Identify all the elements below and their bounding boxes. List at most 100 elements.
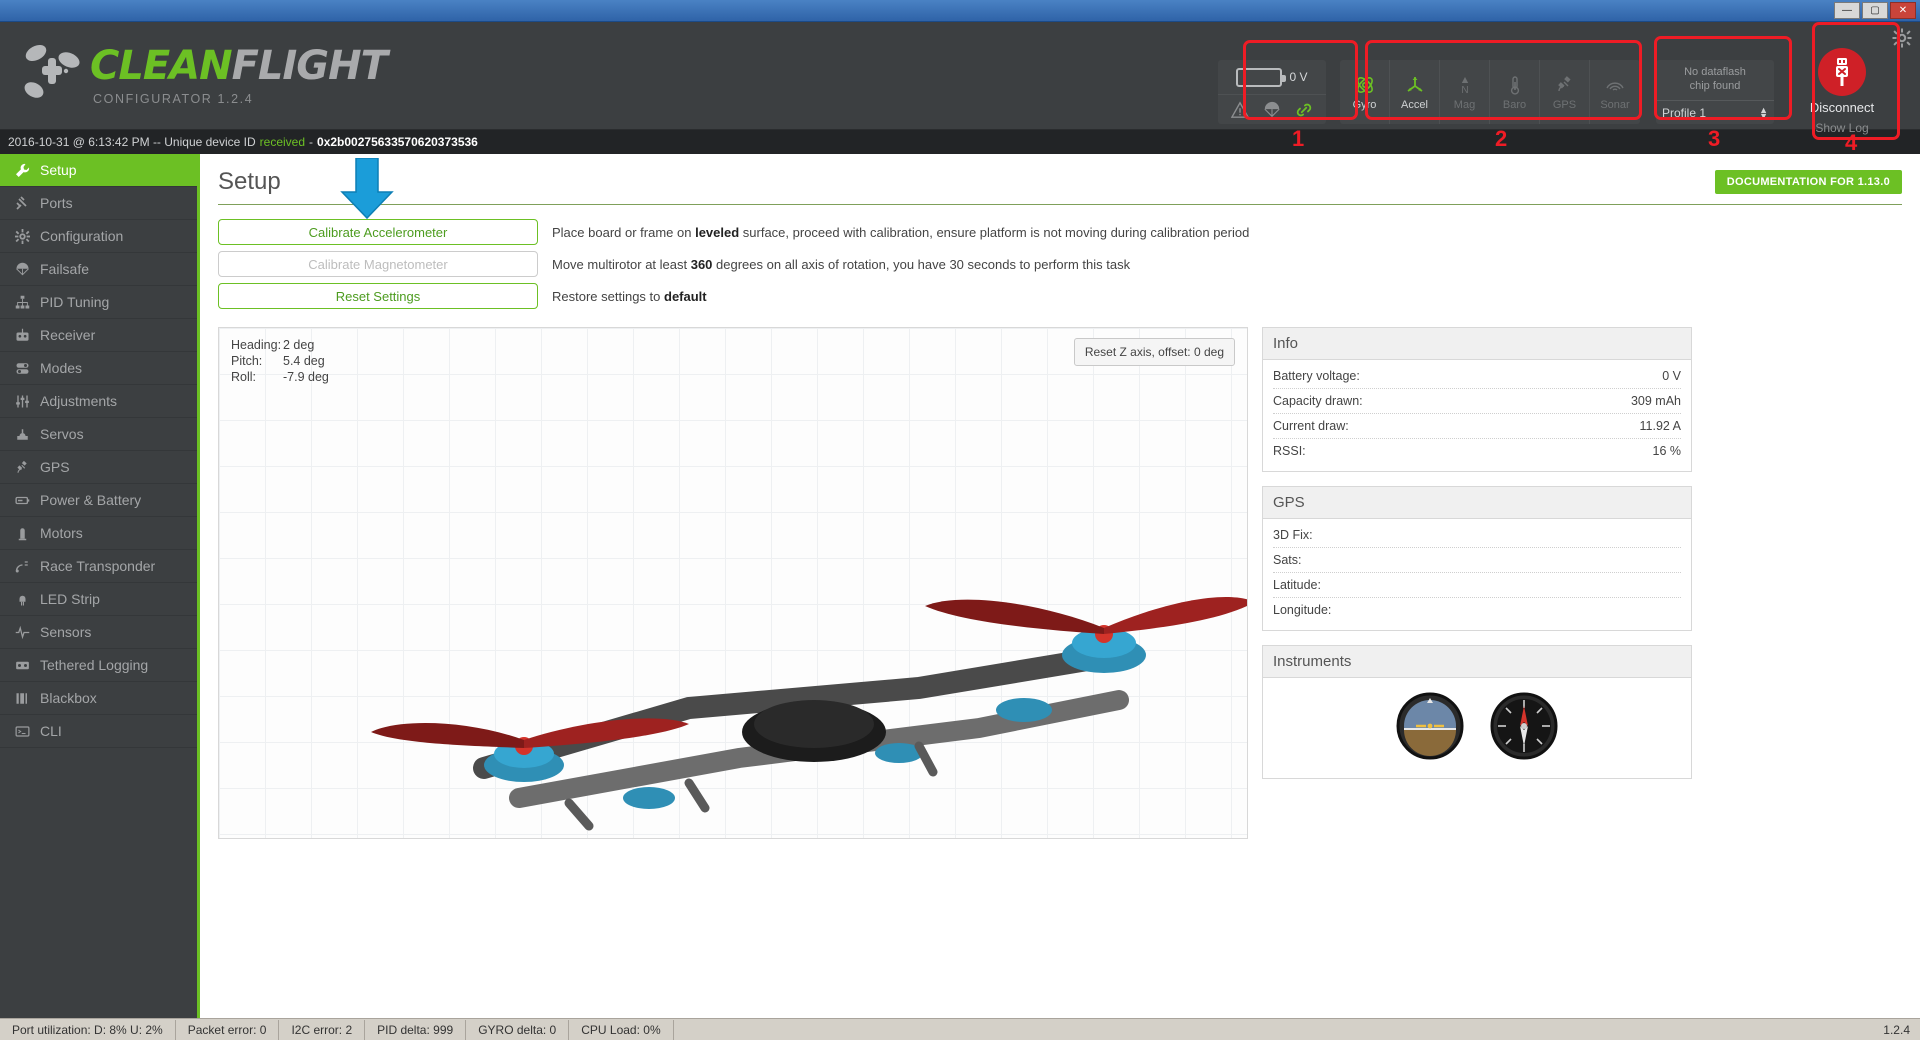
status-gyro-delta: GYRO delta: 0 [466,1019,570,1040]
gps-row: Longitude: [1273,598,1681,622]
status-port-utilization: Port utilization: D: 8% U: 2% [0,1019,176,1040]
spinner-arrows-icon[interactable]: ▲ ▼ [1759,105,1768,120]
info-status: received [259,135,306,149]
info-row-label: Capacity drawn: [1273,394,1363,408]
mag-icon: N [1461,76,1468,96]
satellite-icon [14,459,30,475]
info-row-value: 309 mAh [1630,394,1681,408]
gps-panel: GPS 3D Fix: Sats: Latitude: Longitude: [1262,486,1692,631]
info-panel: Info Battery voltage: 0 V Capacity drawn… [1262,327,1692,472]
model-viewport[interactable]: Heading: 2 deg Pitch: 5.4 deg Roll: -7.9… [218,327,1248,839]
attitude-indicator [1396,692,1464,760]
sidebar-item-label: Motors [40,525,83,541]
sonar-icon [1606,81,1624,91]
logo-flight-text: FLIGHT [231,43,388,89]
dataflash-widget: No dataflash chip found Profile 1 ▲ ▼ [1656,60,1774,124]
sensor-gps: GPS [1540,60,1590,124]
info-row-value: 11.92 A [1639,419,1681,433]
servo-icon [14,426,30,442]
profile-selector[interactable]: Profile 1 ▲ ▼ [1656,100,1774,124]
sensor-accel: Accel [1390,60,1440,124]
sensor-status-widget: Gyro Accel N Mag Baro GPS Sonar [1340,60,1640,124]
sidebar-item-motors[interactable]: Motors [0,517,197,550]
instruments-panel-title: Instruments [1263,646,1691,678]
gps-row: Latitude: [1273,573,1681,598]
sensor-gyro-label: Gyro [1352,98,1377,111]
gps-row: Sats: [1273,548,1681,573]
sidebar-item-label: Power & Battery [40,492,142,508]
battery-icon [1236,67,1287,87]
toggles-icon [14,360,30,376]
window-minimize-button[interactable]: — [1834,2,1860,19]
show-log-button[interactable]: Show Log [1815,121,1868,135]
calibration-section: Calibrate Accelerometer Place board or f… [218,219,1902,309]
battery-voltage-value: 0 V [1289,70,1308,84]
pulse-icon [14,624,30,640]
quadcopter-3d-model [371,597,1247,831]
info-row-label: Current draw: [1273,419,1349,433]
gps-row-label: Longitude: [1273,603,1332,617]
sidebar-item-label: Modes [40,360,83,376]
disconnect-label: Disconnect [1809,100,1875,115]
sidebar-item-cli[interactable]: CLI [0,715,197,748]
sidebar-item-modes[interactable]: Modes [0,352,197,385]
window-close-button[interactable]: ✕ [1890,2,1916,19]
sidebar-item-gps[interactable]: GPS [0,451,197,484]
status-icon-row [1218,94,1326,124]
sidebar-item-label: Sensors [40,624,92,640]
connection-widget[interactable]: Disconnect Show Log [1794,48,1890,135]
info-timestamp: 2016-10-31 @ 6:13:42 PM -- Unique device… [8,135,256,149]
disconnect-button[interactable] [1818,48,1866,96]
sidebar-item-sensors[interactable]: Sensors [0,616,197,649]
gps-row-label: Sats: [1273,553,1302,567]
calibrate-accelerometer-button[interactable]: Calibrate Accelerometer [218,219,538,245]
gear-icon [14,228,30,244]
settings-gear-icon[interactable] [1892,28,1912,48]
side-panels: Info Battery voltage: 0 V Capacity drawn… [1262,327,1692,839]
info-row: Current draw: 11.92 A [1273,414,1681,439]
lower-section: Heading: 2 deg Pitch: 5.4 deg Roll: -7.9… [218,327,1902,839]
sidebar-item-blackbox[interactable]: Blackbox [0,682,197,715]
sidebar-item-setup[interactable]: Setup [0,154,197,187]
gps-row-label: Latitude: [1273,578,1321,592]
sidebar-item-tethered-logging[interactable]: Tethered Logging [0,649,197,682]
sidebar-item-label: Failsafe [40,261,90,277]
annotation-number-3: 3 [1708,126,1721,151]
status-pid-delta: PID delta: 999 [365,1019,467,1040]
sidebar-item-label: Blackbox [40,690,97,706]
sensor-gps-label: GPS [1552,98,1577,111]
documentation-badge[interactable]: DOCUMENTATION FOR 1.13.0 [1714,170,1902,194]
info-row: Capacity drawn: 309 mAh [1273,389,1681,414]
blackbox-icon [14,690,30,706]
sidebar-item-failsafe[interactable]: Failsafe [0,253,197,286]
dataflash-line2: chip found [1689,80,1741,92]
sidebar-item-configuration[interactable]: Configuration [0,220,197,253]
sidebar-item-pid-tuning[interactable]: PID Tuning [0,286,197,319]
sensor-baro: Baro [1490,60,1540,124]
sidebar-item-label: LED Strip [40,591,100,607]
sidebar-item-ports[interactable]: Ports [0,187,197,220]
sidebar-item-receiver[interactable]: Receiver [0,319,197,352]
profile-selected-value: Profile 1 [1662,105,1707,120]
sidebar-item-adjustments[interactable]: Adjustments [0,385,197,418]
sidebar-item-label: Servos [40,426,84,442]
calibration-description: Place board or frame on leveled surface,… [552,225,1249,240]
logging-icon [14,657,30,673]
logo-clean-text: CLEAN [90,43,233,89]
main-content: Setup DOCUMENTATION FOR 1.13.0 Calibrate… [200,154,1920,1029]
info-panel-title: Info [1263,328,1691,360]
link-icon [1296,103,1312,116]
sidebar-item-servos[interactable]: Servos [0,418,197,451]
reset-settings-button[interactable]: Reset Settings [218,283,538,309]
status-bar: Port utilization: D: 8% U: 2% Packet err… [0,1018,1920,1040]
header-widgets: 0 V Gyro Accel N Mag Baro GPS Sonar No d… [1218,22,1920,135]
sidebar-item-race-transponder[interactable]: Race Transponder [0,550,197,583]
battery-status-widget: 0 V [1218,60,1326,124]
window-maximize-button[interactable]: ▢ [1862,2,1888,19]
calibration-row: Reset Settings Restore settings to defau… [218,283,1902,309]
os-titlebar: — ▢ ✕ [0,0,1920,22]
accel-icon [1406,76,1423,92]
sidebar-item-led-strip[interactable]: LED Strip [0,583,197,616]
quadcopter-logo-icon [24,44,80,98]
sidebar-item-power-battery[interactable]: Power & Battery [0,484,197,517]
